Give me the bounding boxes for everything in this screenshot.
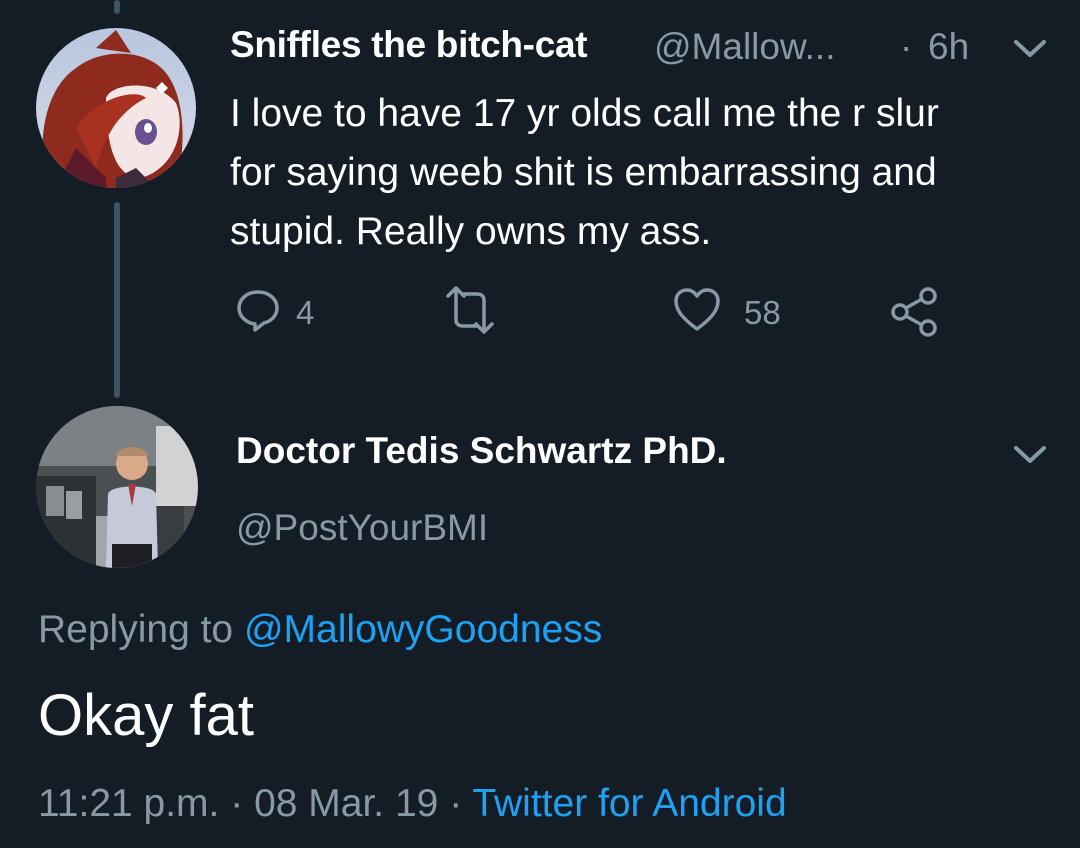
retweet-action[interactable]: [438, 286, 502, 339]
tweet-line: stupid. Really owns my ass.: [230, 210, 712, 253]
replying-label: Replying to: [38, 608, 234, 651]
anime-cat-avatar-image: [36, 28, 196, 188]
thread-line-top: [114, 0, 120, 14]
display-name[interactable]: Doctor Tedis Schwartz PhD.: [236, 430, 727, 472]
separator: ·: [900, 26, 913, 67]
handle[interactable]: @Mallow...: [654, 26, 836, 68]
separator: ·: [230, 782, 244, 825]
tweet-text: Okay fat: [38, 683, 254, 748]
share-action[interactable]: [888, 286, 940, 343]
display-name[interactable]: Sniffles the bitch-cat: [230, 24, 588, 66]
separator: ·: [449, 782, 463, 825]
chevron-down-icon[interactable]: [1012, 442, 1048, 471]
replying-to: Replying to @MallowyGoodness: [38, 608, 602, 652]
like-count: 58: [744, 293, 781, 331]
source-link[interactable]: Twitter for Android: [472, 782, 786, 825]
avatar[interactable]: [36, 406, 198, 568]
share-icon: [888, 286, 940, 343]
profile-photo-image: [36, 406, 198, 568]
reply-action[interactable]: 4: [234, 286, 314, 339]
reply-count: 4: [296, 293, 315, 331]
like-action[interactable]: 58: [672, 286, 781, 339]
chevron-down-icon[interactable]: [1012, 36, 1048, 65]
avatar[interactable]: [36, 28, 196, 188]
tweet-line: for saying weeb shit is embarrassing and: [230, 151, 937, 194]
tweet-time[interactable]: 6h: [928, 26, 969, 68]
reply-bubble-icon: [234, 286, 282, 339]
handle[interactable]: @PostYourBMI: [236, 507, 488, 549]
heart-icon: [672, 286, 722, 339]
tweet-text: I love to have 17 yr olds call me the r …: [230, 84, 1060, 261]
tweet-time: 11:21 p.m.: [38, 782, 220, 825]
tweet-date: 08 Mar. 19: [254, 782, 439, 825]
mention-link[interactable]: @MallowyGoodness: [244, 608, 602, 651]
thread-line-bottom: [114, 202, 120, 398]
tweet-meta: 11:21 p.m. · 08 Mar. 19 · Twitter for An…: [38, 782, 787, 826]
retweet-icon: [438, 286, 502, 339]
tweet-line: I love to have 17 yr olds call me the r …: [230, 92, 939, 135]
